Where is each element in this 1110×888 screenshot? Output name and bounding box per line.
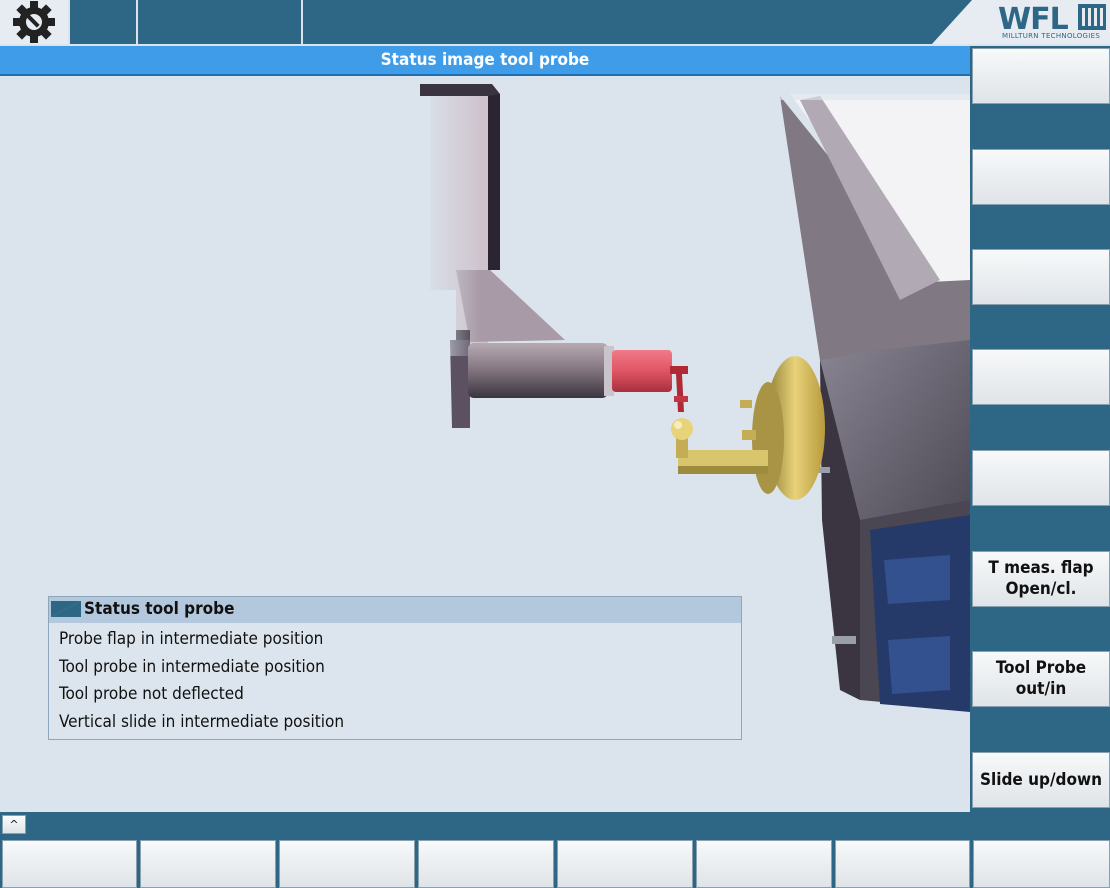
gear-wrench-icon bbox=[13, 1, 55, 43]
horizontal-softkey-4[interactable] bbox=[418, 840, 554, 888]
wfl-logo-mark-icon bbox=[1078, 4, 1106, 30]
tool-probe-out-in-button[interactable]: Tool Probe out/in bbox=[972, 651, 1110, 707]
status-item: Probe flap in intermediate position bbox=[59, 629, 324, 649]
page-title: Status image tool probe bbox=[0, 46, 970, 76]
horizontal-softkey-1[interactable] bbox=[2, 840, 137, 888]
vertical-softkey-5[interactable] bbox=[972, 450, 1110, 506]
t-meas-flap-button[interactable]: T meas. flap Open/cl. bbox=[972, 551, 1110, 607]
header-tab-3[interactable] bbox=[303, 0, 943, 44]
horizontal-softkey-2[interactable] bbox=[140, 840, 276, 888]
slide-up-down-button[interactable]: Slide up/down bbox=[972, 752, 1110, 808]
horizontal-softkey-8[interactable] bbox=[973, 840, 1110, 888]
scroll-up-button[interactable]: ^ bbox=[2, 815, 26, 834]
vertical-softkey-1[interactable] bbox=[972, 48, 1110, 104]
status-item: Tool probe in intermediate position bbox=[59, 657, 325, 677]
status-item: Vertical slide in intermediate position bbox=[59, 712, 345, 732]
vertical-softkey-2[interactable] bbox=[972, 149, 1110, 205]
status-item: Tool probe not deflected bbox=[59, 684, 244, 704]
vertical-softkey-3[interactable] bbox=[972, 249, 1110, 305]
top-bar: WFL MILLTURN TECHNOLOGIES bbox=[0, 0, 1110, 46]
panel-title: Status tool probe bbox=[84, 599, 235, 619]
horizontal-softkey-3[interactable] bbox=[279, 840, 415, 888]
horizontal-softkey-bar bbox=[0, 838, 1110, 888]
panel-corner-icon bbox=[51, 601, 81, 617]
horizontal-softkey-6[interactable] bbox=[696, 840, 832, 888]
panel-header: Status tool probe bbox=[49, 597, 741, 623]
header-tab-1[interactable] bbox=[70, 0, 136, 44]
settings-button[interactable] bbox=[0, 0, 68, 44]
header-tab-2[interactable] bbox=[138, 0, 301, 44]
vertical-softkey-4[interactable] bbox=[972, 349, 1110, 405]
status-tool-probe-panel: Status tool probe Probe flap in intermed… bbox=[48, 596, 742, 740]
logo-subtitle: MILLTURN TECHNOLOGIES bbox=[1002, 32, 1101, 40]
vertical-softkey-bar: T meas. flap Open/cl. Tool Probe out/in … bbox=[970, 46, 1110, 812]
horizontal-softkey-7[interactable] bbox=[835, 840, 970, 888]
horizontal-softkey-5[interactable] bbox=[557, 840, 693, 888]
status-bar bbox=[0, 812, 1110, 838]
